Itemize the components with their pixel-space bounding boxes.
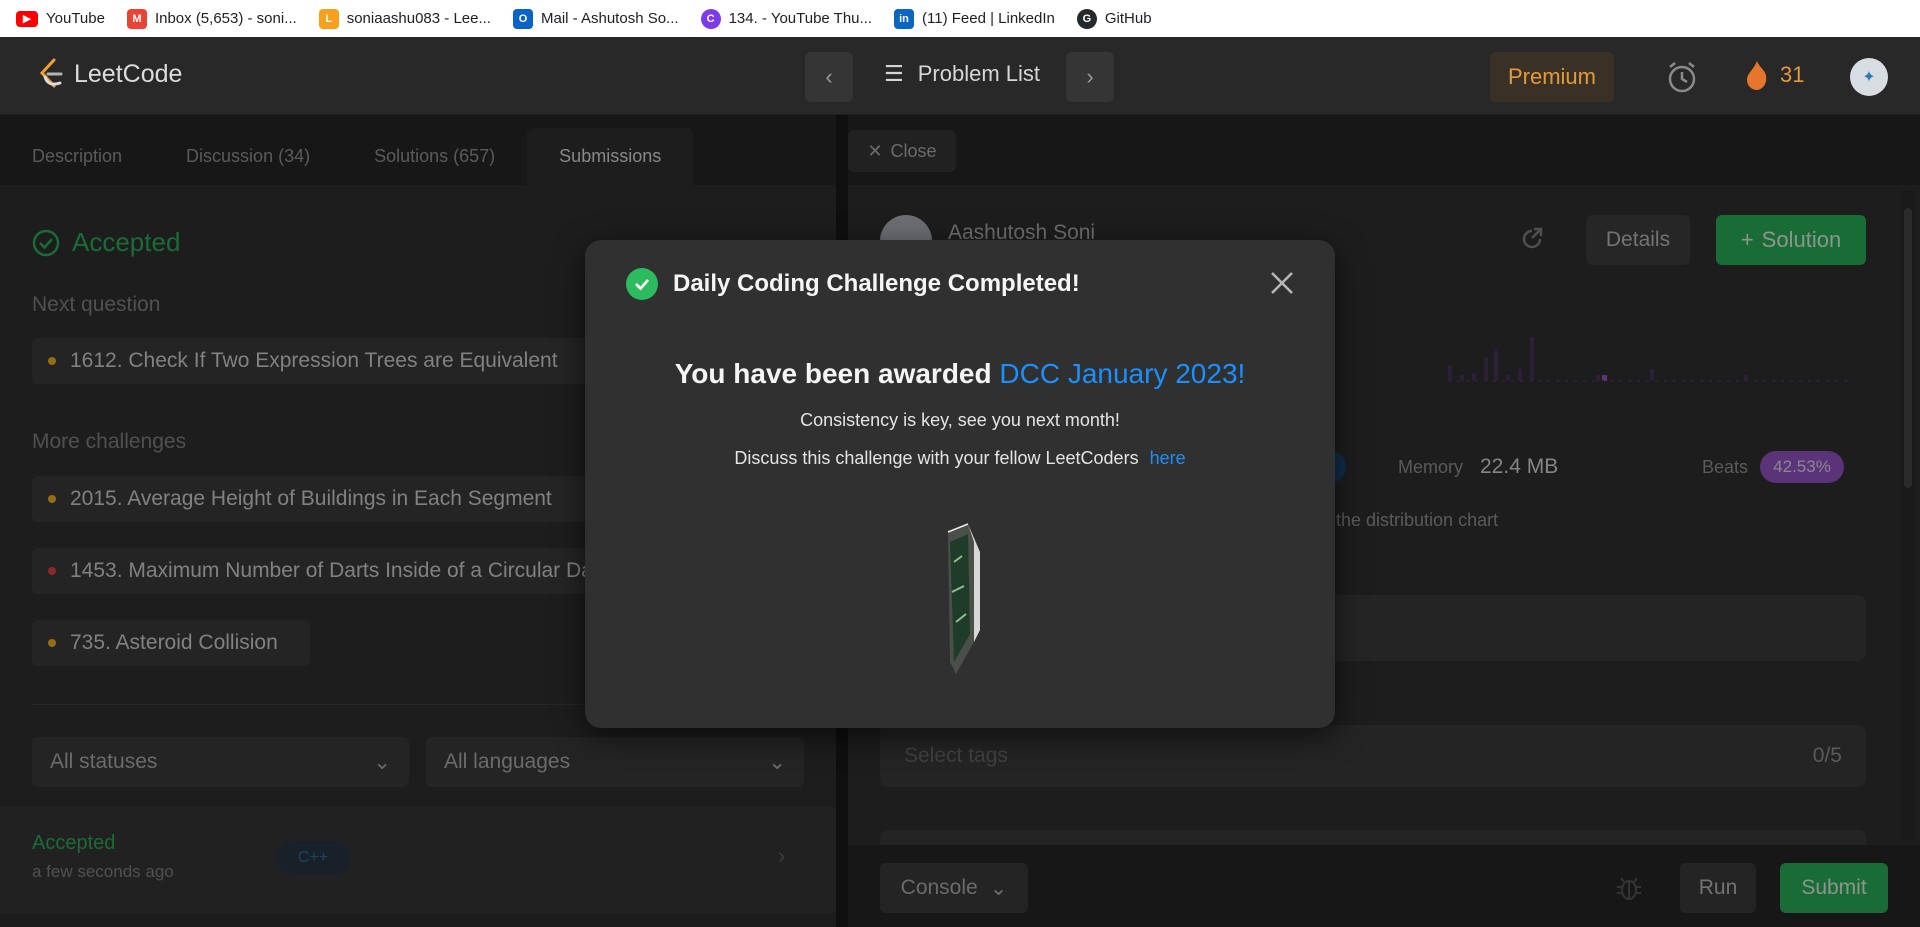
leetcode-icon: L	[318, 8, 339, 29]
premium-button[interactable]: Premium	[1490, 52, 1614, 102]
list-icon: ☰	[884, 61, 904, 86]
bookmarks-bar: ▶ YouTube M Inbox (5,653) - soni... L so…	[0, 0, 1920, 37]
chevron-left-icon: ‹	[825, 64, 833, 89]
check-circle-icon	[626, 268, 658, 300]
logo-text: LeetCode	[74, 59, 183, 88]
close-icon[interactable]	[1265, 266, 1299, 300]
dcc-badge-image	[947, 523, 980, 674]
alarm-clock-icon[interactable]	[1664, 59, 1700, 95]
consistency-text: Consistency is key, see you next month!	[800, 410, 1120, 430]
youtube-icon: ▶	[16, 10, 38, 27]
top-navbar: LeetCode ‹ ☰ Problem List › Premium 31 ✦	[0, 37, 1920, 115]
bookmark-label: Mail - Ashutosh So...	[540, 10, 679, 27]
bookmark-youtube-thumbnail[interactable]: C 134. - YouTube Thu...	[700, 8, 873, 29]
bookmark-label: 134. - YouTube Thu...	[728, 10, 873, 27]
linkedin-icon: in	[894, 8, 915, 29]
canva-icon: C	[700, 8, 721, 29]
bookmark-label: YouTube	[46, 10, 105, 27]
outlook-icon: O	[512, 8, 533, 29]
award-badge-name: DCC January 2023!	[999, 358, 1246, 389]
discuss-link[interactable]: here	[1150, 448, 1186, 468]
modal-title: Daily Coding Challenge Completed!	[673, 270, 1080, 297]
gmail-icon: M	[126, 8, 147, 29]
github-icon: G	[1076, 8, 1097, 29]
bookmark-label: (11) Feed | LinkedIn	[922, 10, 1055, 27]
fire-icon	[1747, 61, 1767, 90]
leetcode-logo-icon	[39, 58, 63, 88]
bookmark-youtube[interactable]: ▶ YouTube	[16, 10, 105, 27]
bookmark-leetcode[interactable]: L soniaashu083 - Lee...	[318, 8, 491, 29]
problem-list-label: Problem List	[917, 61, 1041, 86]
award-prefix: You have been awarded	[674, 358, 992, 389]
leetcode-logo[interactable]: LeetCode	[36, 57, 182, 91]
avatar-icon: ✦	[1862, 69, 1876, 86]
bookmark-gmail[interactable]: M Inbox (5,653) - soni...	[126, 8, 297, 29]
user-avatar[interactable]: ✦	[1850, 58, 1888, 96]
bookmark-outlook[interactable]: O Mail - Ashutosh So...	[512, 8, 679, 29]
premium-label: Premium	[1507, 64, 1596, 89]
streak-count: 31	[1780, 62, 1805, 87]
prev-problem-button[interactable]: ‹	[805, 52, 853, 102]
streak-counter[interactable]: 31	[1744, 59, 1804, 91]
chevron-right-icon: ›	[1086, 64, 1094, 89]
bookmark-linkedin[interactable]: in (11) Feed | LinkedIn	[894, 8, 1055, 29]
bookmark-label: GitHub	[1104, 10, 1152, 27]
bookmark-label: soniaashu083 - Lee...	[346, 10, 491, 27]
next-problem-button[interactable]: ›	[1066, 52, 1114, 102]
bookmark-label: Inbox (5,653) - soni...	[154, 10, 297, 27]
dcc-completed-modal: Daily Coding Challenge Completed! You ha…	[585, 240, 1335, 728]
discuss-line: Discuss this challenge with your fellow …	[585, 448, 1335, 469]
bookmark-github[interactable]: G GitHub	[1076, 8, 1152, 29]
problem-list-button[interactable]: ☰ Problem List	[884, 61, 1040, 87]
discuss-text: Discuss this challenge with your fellow …	[734, 448, 1139, 468]
award-heading: You have been awarded DCC January 2023!	[585, 358, 1335, 390]
